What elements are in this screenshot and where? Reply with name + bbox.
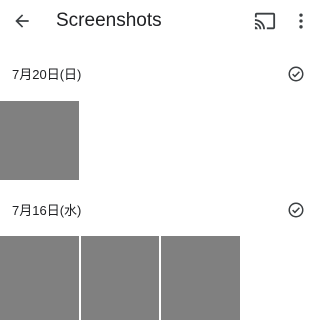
cast-icon bbox=[254, 12, 276, 30]
photo-thumbnail[interactable] bbox=[81, 236, 159, 320]
cast-button[interactable] bbox=[250, 7, 280, 35]
date-section-header: 7月20日(日) bbox=[0, 60, 320, 90]
section-date-label: 7月16日(水) bbox=[12, 203, 82, 218]
top-app-bar: Screenshots bbox=[0, 0, 320, 42]
check-circle-outline-icon bbox=[288, 66, 304, 82]
check-circle-outline-icon bbox=[288, 202, 304, 218]
more-options-button[interactable] bbox=[288, 7, 314, 35]
google-photos-screenshots-folder: Screenshots 7月20日(日) 7月16日(水) bbox=[0, 0, 320, 320]
more-vert-icon bbox=[299, 13, 303, 29]
arrow-back-icon bbox=[15, 14, 29, 28]
photo-thumbnail[interactable] bbox=[0, 101, 79, 180]
select-all-button[interactable] bbox=[285, 63, 307, 85]
select-all-button[interactable] bbox=[285, 199, 307, 221]
section-date-label: 7月20日(日) bbox=[12, 67, 82, 82]
back-button[interactable] bbox=[8, 7, 36, 35]
photo-thumbnail[interactable] bbox=[161, 236, 240, 320]
page-title: Screenshots bbox=[56, 10, 162, 31]
date-section-header: 7月16日(水) bbox=[0, 196, 320, 226]
photo-thumbnail[interactable] bbox=[0, 236, 79, 320]
